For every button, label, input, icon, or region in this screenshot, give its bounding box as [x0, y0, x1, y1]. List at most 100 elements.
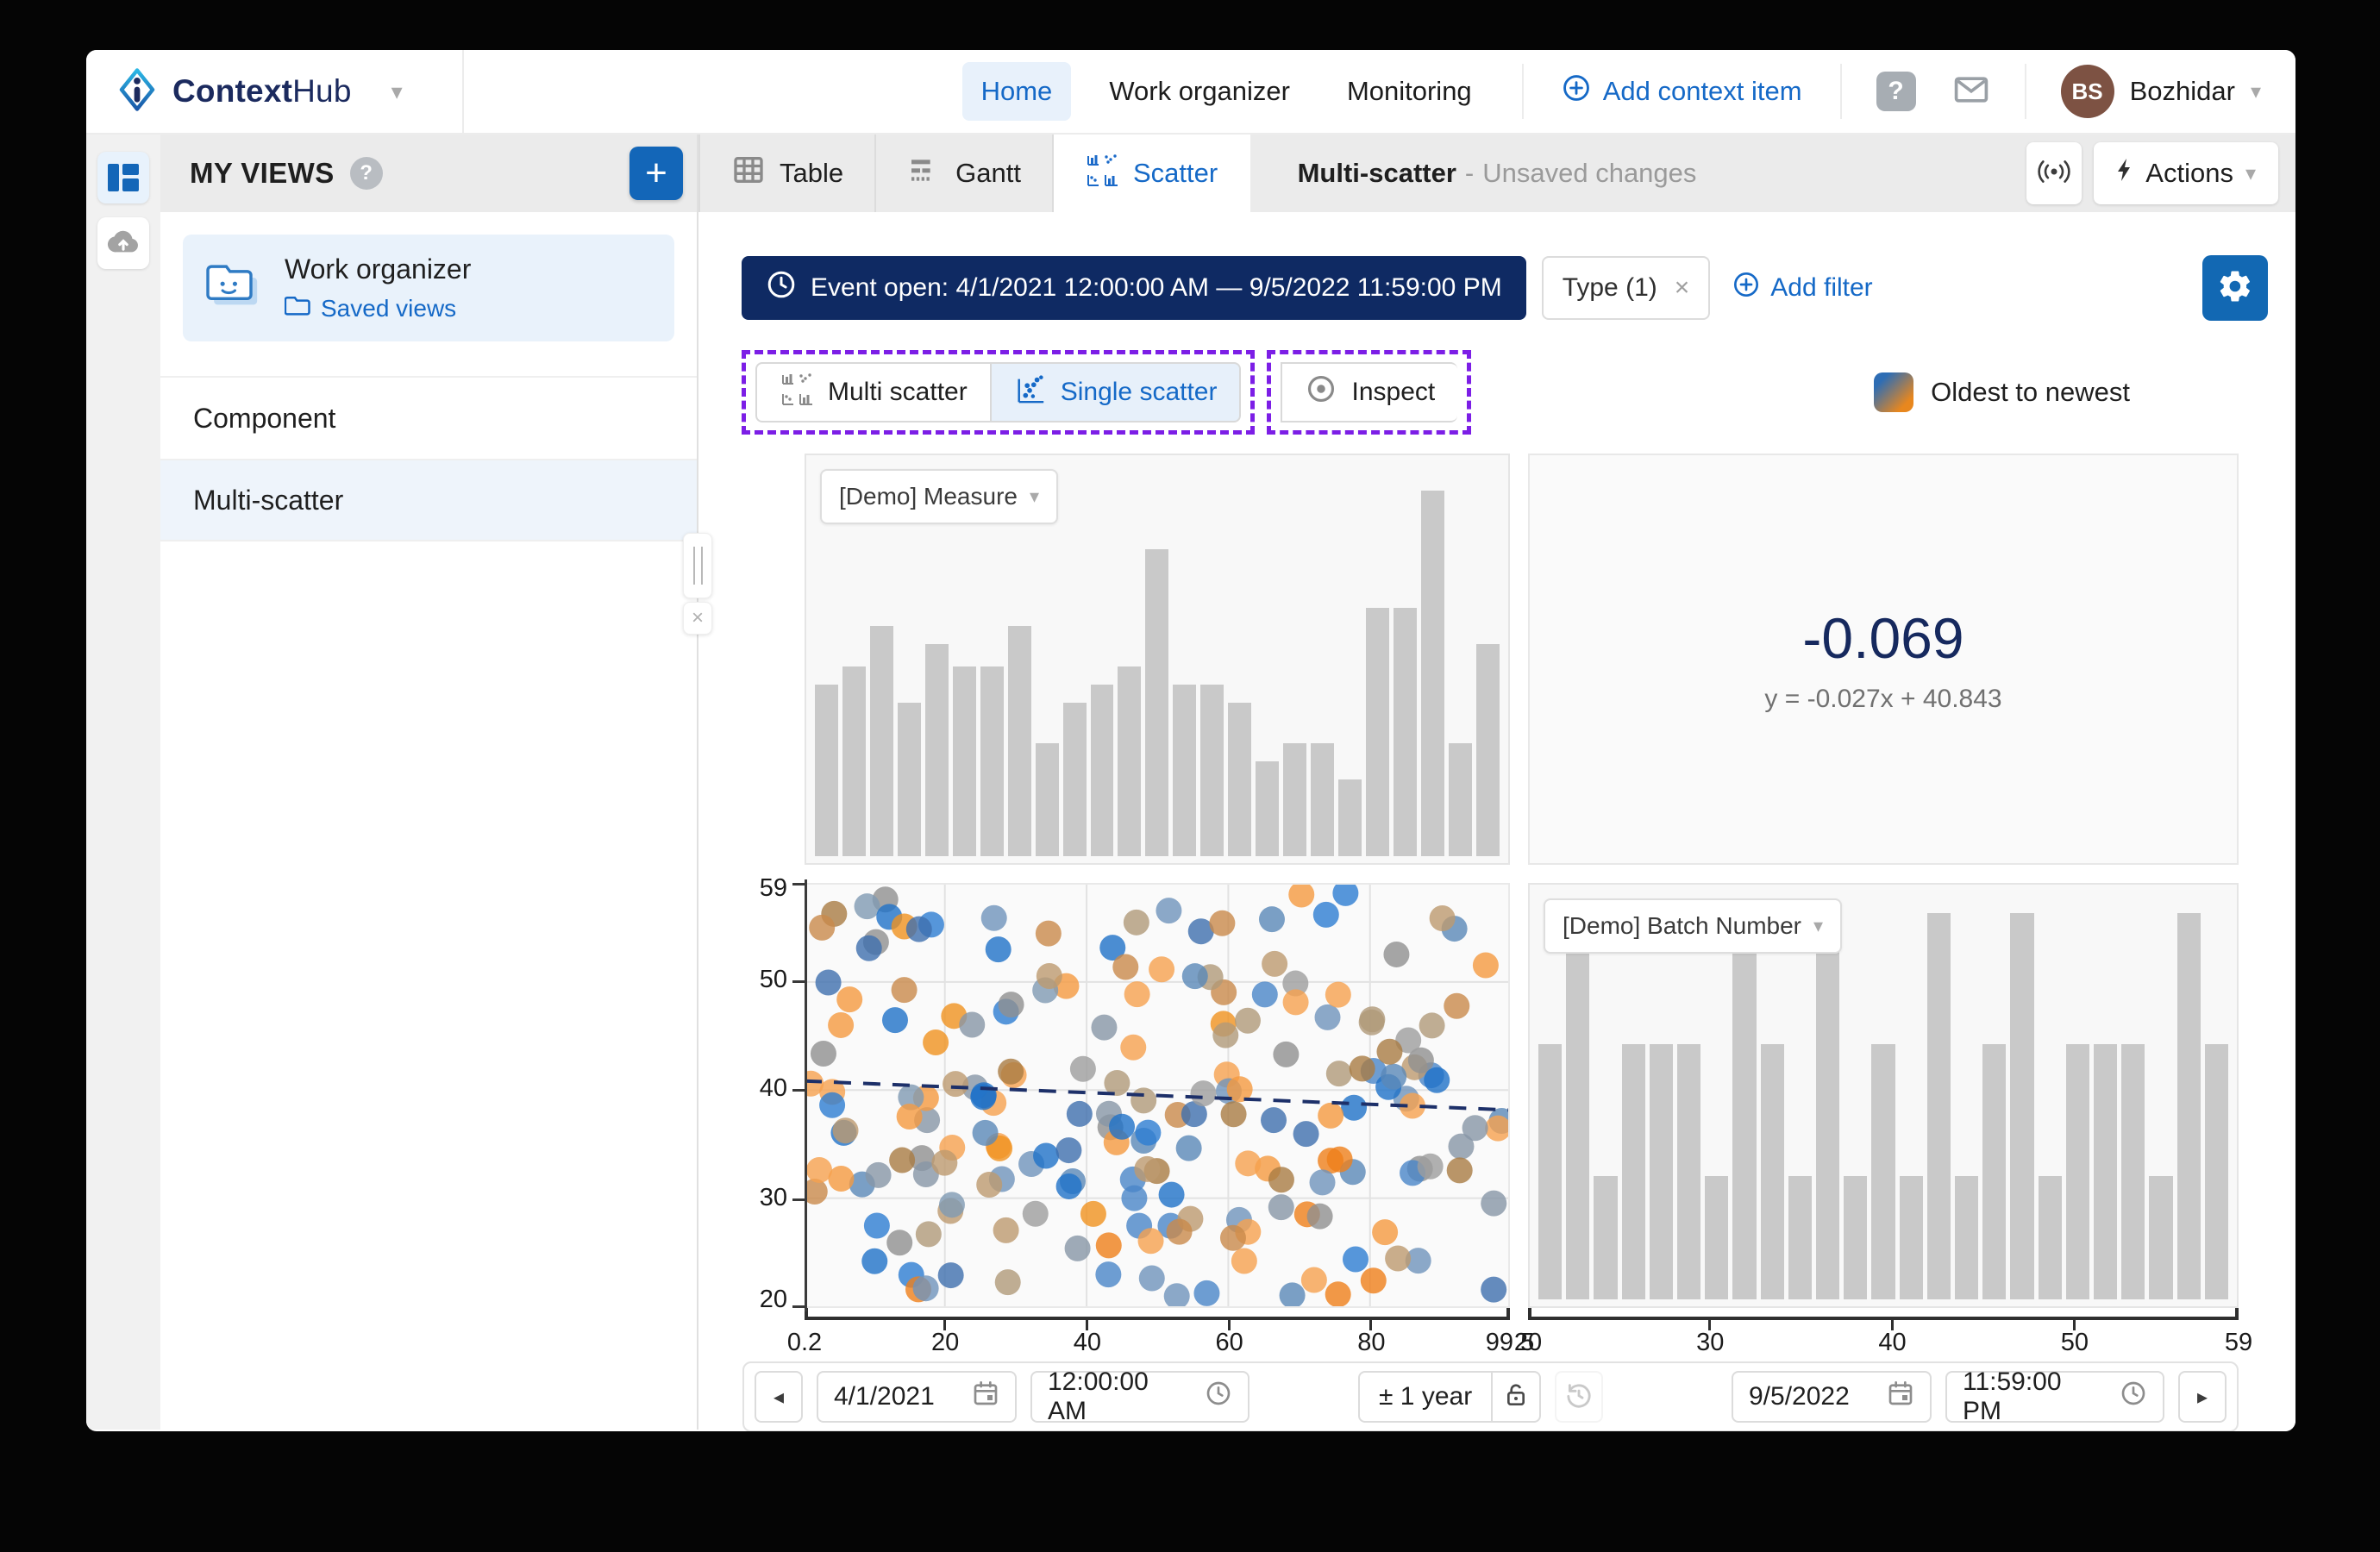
- calendar-icon: [972, 1380, 999, 1414]
- correlation-value: -0.069: [1802, 605, 1964, 671]
- batch-histogram-panel[interactable]: [Demo] Batch Number ▾: [1528, 883, 2239, 1308]
- scatter-point: [916, 1221, 942, 1247]
- scatter-point: [897, 1104, 923, 1130]
- brand-chevron-down-icon[interactable]: ▾: [391, 78, 403, 105]
- workspace-title: Work organizer: [285, 253, 471, 285]
- mode-button-inspect[interactable]: Inspect: [1281, 362, 1457, 422]
- workspace-card[interactable]: Work organizer Saved views: [183, 235, 674, 341]
- scatter-point: [1473, 953, 1499, 979]
- legend-label: Oldest to newest: [1931, 377, 2130, 408]
- broadcast-button[interactable]: [2026, 142, 2082, 204]
- tab-scatter[interactable]: Scatter: [1054, 135, 1250, 212]
- scatter-point: [1159, 1182, 1185, 1208]
- scatter-point: [1288, 885, 1314, 908]
- reset-history-button[interactable]: [1555, 1371, 1603, 1423]
- previous-period-button[interactable]: ◂: [755, 1371, 803, 1423]
- scatter-point: [1313, 902, 1339, 928]
- histogram-bar: [2205, 1044, 2228, 1299]
- rail-upload-button[interactable]: [97, 217, 149, 269]
- sidebar-item-component[interactable]: Component: [160, 376, 697, 459]
- end-time-field[interactable]: 11:59:00 PM: [1945, 1371, 2164, 1423]
- add-view-button[interactable]: +: [629, 147, 683, 200]
- measure-selector-dropdown[interactable]: [Demo] Measure ▾: [820, 469, 1058, 524]
- scatter-point: [864, 1213, 890, 1239]
- event-open-filter-pill[interactable]: Event open: 4/1/2021 12:00:00 AM — 9/5/2…: [742, 256, 1526, 320]
- mode-button-multi-scatter[interactable]: Multi scatter: [755, 362, 990, 422]
- scatter-point: [1385, 1245, 1411, 1271]
- scatter-plot[interactable]: [805, 883, 1510, 1308]
- histogram-bar: [1761, 1044, 1784, 1299]
- sidebar-resize-handle[interactable]: [683, 533, 712, 598]
- sidebar-collapse-button[interactable]: ×: [683, 602, 712, 635]
- actions-button[interactable]: Actions ▾: [2094, 142, 2278, 204]
- help-icon[interactable]: ?: [1876, 72, 1916, 111]
- inspect-icon: [1305, 372, 1337, 412]
- scatter-point: [1310, 1169, 1336, 1195]
- add-filter-button[interactable]: Add filter: [1732, 271, 1872, 305]
- scatter-point: [943, 1071, 968, 1097]
- scatter-point: [828, 1012, 854, 1038]
- clock-icon: [2120, 1380, 2147, 1414]
- histogram-bar: [2149, 1176, 2172, 1299]
- scatter-point: [1056, 1173, 1082, 1199]
- scatter-point: [995, 1269, 1021, 1295]
- sidebar-item-multi-scatter[interactable]: Multi-scatter: [160, 459, 697, 541]
- y-axis-tick: [792, 883, 805, 886]
- mode-label: Single scatter: [1061, 378, 1218, 407]
- tab-gantt[interactable]: Gantt: [876, 135, 1054, 212]
- scatter-point: [1315, 1004, 1341, 1030]
- settings-button[interactable]: [2202, 255, 2268, 321]
- sidebar-body: Work organizer Saved views ComponentMult…: [160, 212, 697, 1430]
- histogram-bar: [1566, 913, 1589, 1299]
- add-context-item-button[interactable]: Add context item: [1524, 73, 1840, 110]
- measure-histogram-panel[interactable]: [Demo] Measure ▾: [805, 454, 1510, 865]
- add-context-item-label: Add context item: [1603, 76, 1802, 107]
- nav-item-monitoring[interactable]: Monitoring: [1328, 62, 1491, 121]
- lock-toggle[interactable]: [1491, 1373, 1539, 1421]
- type-filter-pill[interactable]: Type (1) ×: [1542, 256, 1711, 320]
- y-axis-label: 50: [742, 966, 787, 994]
- range-label[interactable]: ± 1 year: [1360, 1382, 1491, 1411]
- scatter-point: [1036, 921, 1062, 947]
- scatter-point: [886, 1230, 912, 1255]
- start-date-field[interactable]: 4/1/2021: [817, 1371, 1017, 1423]
- x-axis-label: 20: [931, 1329, 959, 1357]
- tab-table[interactable]: Table: [698, 135, 876, 212]
- scatter-cell: 5950403020: [805, 883, 1510, 1308]
- histogram-bar: [1311, 743, 1334, 856]
- nav-item-home[interactable]: Home: [962, 62, 1072, 121]
- scatter-point: [1112, 954, 1138, 980]
- next-period-button[interactable]: ▸: [2178, 1371, 2227, 1423]
- histogram-bar: [1705, 1176, 1728, 1299]
- end-date-field[interactable]: 9/5/2022: [1732, 1371, 1932, 1423]
- brand-logo[interactable]: ContextHub ▾: [86, 50, 462, 133]
- histogram-bar: [2066, 1044, 2089, 1299]
- saved-views-link[interactable]: Saved views: [285, 294, 471, 322]
- mail-icon[interactable]: [1952, 71, 1990, 113]
- scatter-point: [1350, 1055, 1375, 1081]
- help-circle-icon[interactable]: ?: [350, 157, 383, 190]
- scatter-canvas[interactable]: [805, 885, 1508, 1306]
- scatter-point: [1307, 1204, 1333, 1230]
- scatter-point: [1121, 1186, 1147, 1211]
- folder-smiley-icon: [205, 260, 262, 316]
- scatter-point: [1481, 1277, 1506, 1303]
- regression-panel: -0.069 y = -0.027x + 40.843: [1528, 454, 2239, 865]
- histogram-bar: [2121, 1044, 2145, 1299]
- histogram-bar: [1449, 743, 1472, 856]
- scatter-point: [1462, 1115, 1488, 1141]
- nav-item-work-organizer[interactable]: Work organizer: [1090, 62, 1309, 121]
- user-menu[interactable]: BS Bozhidar ▾: [2026, 65, 2295, 118]
- rail-views-button[interactable]: [97, 152, 149, 203]
- batch-selector-dropdown[interactable]: [Demo] Batch Number ▾: [1544, 898, 1842, 954]
- remove-filter-icon[interactable]: ×: [1675, 273, 1690, 303]
- measure-histogram-bars: [815, 491, 1500, 856]
- x-axis-line: [1528, 1317, 2239, 1320]
- scatter-point: [1261, 1107, 1287, 1133]
- regression-equation: y = -0.027x + 40.843: [1764, 685, 2001, 714]
- mode-button-single-scatter[interactable]: Single scatter: [990, 362, 1242, 422]
- histogram-bar: [1063, 703, 1087, 856]
- histogram-bar: [1118, 666, 1141, 856]
- start-time-field[interactable]: 12:00:00 AM: [1030, 1371, 1250, 1423]
- annotation-box: Multi scatter Single scatter: [742, 350, 1255, 435]
